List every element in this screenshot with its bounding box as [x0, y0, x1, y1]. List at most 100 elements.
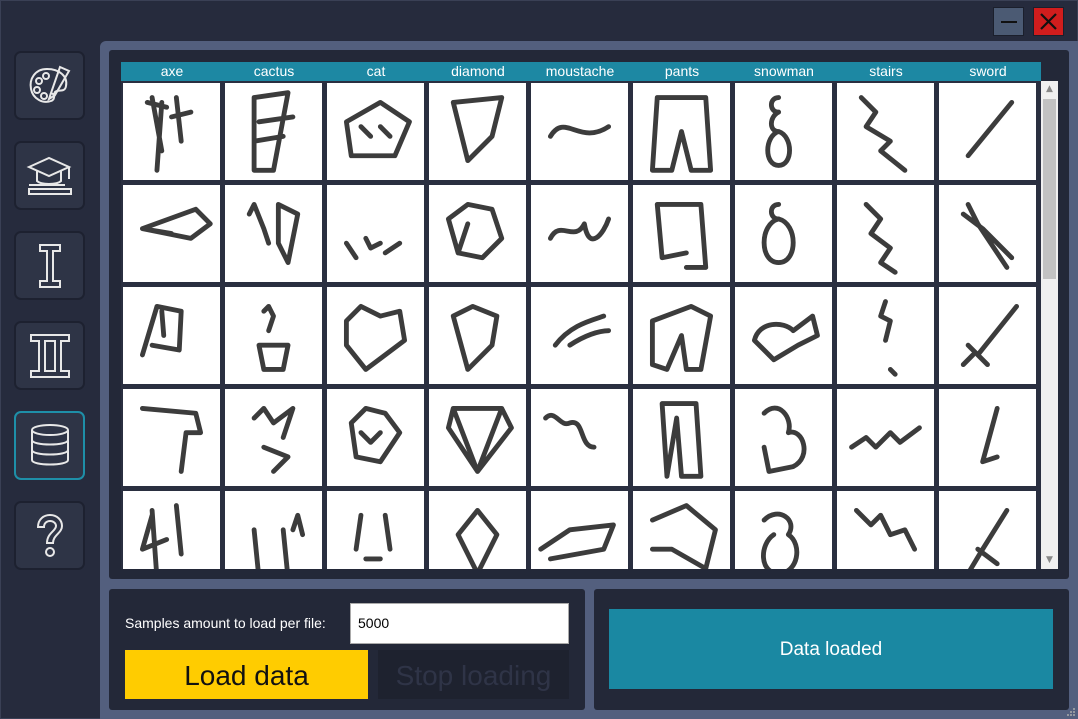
sketch-drawing — [251, 90, 296, 173]
sketch-cell-diamond — [429, 491, 526, 569]
status-message: Data loaded — [609, 609, 1053, 689]
samples-input[interactable]: 5000 — [350, 603, 569, 644]
sketch-cell-cactus — [225, 83, 322, 180]
minimize-icon — [1001, 21, 1017, 23]
column-header: cat — [366, 63, 386, 79]
sketch-drawing — [445, 201, 505, 261]
sketch-drawing — [343, 303, 408, 372]
nav-data-button[interactable] — [14, 411, 85, 480]
roman-one-icon — [39, 244, 61, 288]
sketch-cell-stairs — [837, 389, 934, 486]
sketch-grid[interactable] — [121, 81, 1041, 569]
sketch-cell-axe — [123, 185, 220, 282]
sketch-cell-sword — [939, 185, 1036, 282]
roman-two-icon — [30, 334, 70, 378]
sketch-drawing — [960, 201, 1015, 270]
sketch-drawing — [251, 512, 306, 569]
sketch-cell-moustache — [531, 83, 628, 180]
column-header: snowman — [754, 63, 814, 79]
sketch-cell-snowman — [735, 491, 832, 569]
sketch-drawing — [348, 405, 403, 465]
sketch-cell-stairs — [837, 185, 934, 282]
sketch-cell-pants — [633, 491, 730, 569]
sketch-cell-cat — [327, 389, 424, 486]
close-icon — [1040, 13, 1057, 30]
sketch-drawing — [139, 503, 184, 569]
sketch-drawing — [649, 303, 714, 372]
sketch-drawing — [139, 405, 204, 474]
sketch-drawing — [654, 201, 709, 270]
nav-model-1-button[interactable] — [14, 231, 85, 300]
sketch-cell-moustache — [531, 491, 628, 569]
sketch-cell-moustache — [531, 185, 628, 282]
sketch-cell-cactus — [225, 287, 322, 384]
minimize-button[interactable] — [993, 7, 1024, 36]
sketch-drawing — [649, 503, 718, 569]
palette-icon — [29, 65, 71, 103]
scroll-thumb[interactable] — [1043, 99, 1056, 279]
sketch-cell-diamond — [429, 83, 526, 180]
sketch-cell-sword — [939, 491, 1036, 569]
sketch-cell-snowman — [735, 287, 832, 384]
resize-grip-icon[interactable] — [1066, 707, 1076, 717]
class-header: axe cactus cat diamond moustache pants s… — [121, 62, 1041, 81]
close-button[interactable] — [1033, 7, 1064, 36]
sketch-cell-diamond — [429, 185, 526, 282]
sketch-cell-sword — [939, 287, 1036, 384]
sketch-drawing — [543, 413, 597, 450]
sketch-drawing — [450, 95, 505, 164]
gallery-scrollbar[interactable]: ▲ ▼ — [1041, 81, 1058, 569]
question-mark-icon — [36, 513, 64, 557]
sketch-drawing — [547, 216, 612, 242]
sketch-cell-pants — [633, 389, 730, 486]
sketch-cell-stairs — [837, 287, 934, 384]
sketch-drawing — [858, 95, 908, 173]
nav-train-button[interactable] — [14, 141, 85, 210]
column-header: axe — [160, 63, 184, 79]
sketch-drawing — [853, 507, 918, 552]
nav-model-2-button[interactable] — [14, 321, 85, 390]
samples-label: Samples amount to load per file: — [125, 615, 326, 631]
sketch-drawing — [256, 303, 291, 372]
sketch-cell-cat — [327, 83, 424, 180]
sketch-drawing — [246, 201, 301, 266]
sketch-cell-cat — [327, 287, 424, 384]
column-header: moustache — [545, 63, 615, 79]
load-data-button[interactable]: Load data — [125, 650, 368, 699]
sketch-drawing — [659, 401, 704, 479]
sketch-cell-moustache — [531, 389, 628, 486]
sketch-cell-snowman — [735, 185, 832, 282]
sketch-drawing — [761, 405, 807, 474]
sketch-cell-cactus — [225, 491, 322, 569]
sketch-cell-cat — [327, 185, 424, 282]
nav-help-button[interactable] — [14, 501, 85, 570]
scroll-down-icon[interactable]: ▼ — [1041, 552, 1058, 569]
sketch-drawing — [139, 206, 213, 241]
graduation-cap-icon — [26, 156, 72, 195]
sketch-drawing — [343, 235, 403, 261]
sketch-drawing — [547, 124, 612, 139]
sketch-drawing — [751, 313, 820, 363]
sketch-drawing — [960, 303, 1020, 368]
sketch-drawing — [353, 512, 393, 562]
nav-paint-button[interactable] — [14, 51, 85, 120]
sketch-cell-cat — [327, 491, 424, 569]
sketch-cell-axe — [123, 287, 220, 384]
sketch-cell-sword — [939, 389, 1036, 486]
sketch-cell-pants — [633, 83, 730, 180]
column-header: pants — [664, 63, 700, 79]
scroll-up-icon[interactable]: ▲ — [1041, 81, 1058, 98]
sketch-cell-stairs — [837, 83, 934, 180]
sketch-drawing — [445, 405, 514, 474]
sketch-cell-stairs — [837, 491, 934, 569]
sketch-cell-pants — [633, 287, 730, 384]
sketch-cell-pants — [633, 185, 730, 282]
sketch-drawing — [450, 303, 500, 372]
sketch-cell-snowman — [735, 389, 832, 486]
sketch-drawing — [139, 303, 184, 358]
sketch-drawing — [552, 313, 612, 348]
sketch-cell-cactus — [225, 389, 322, 486]
sketch-cell-axe — [123, 389, 220, 486]
stop-loading-button[interactable]: Stop loading — [378, 650, 569, 699]
sketch-cell-snowman — [735, 83, 832, 180]
